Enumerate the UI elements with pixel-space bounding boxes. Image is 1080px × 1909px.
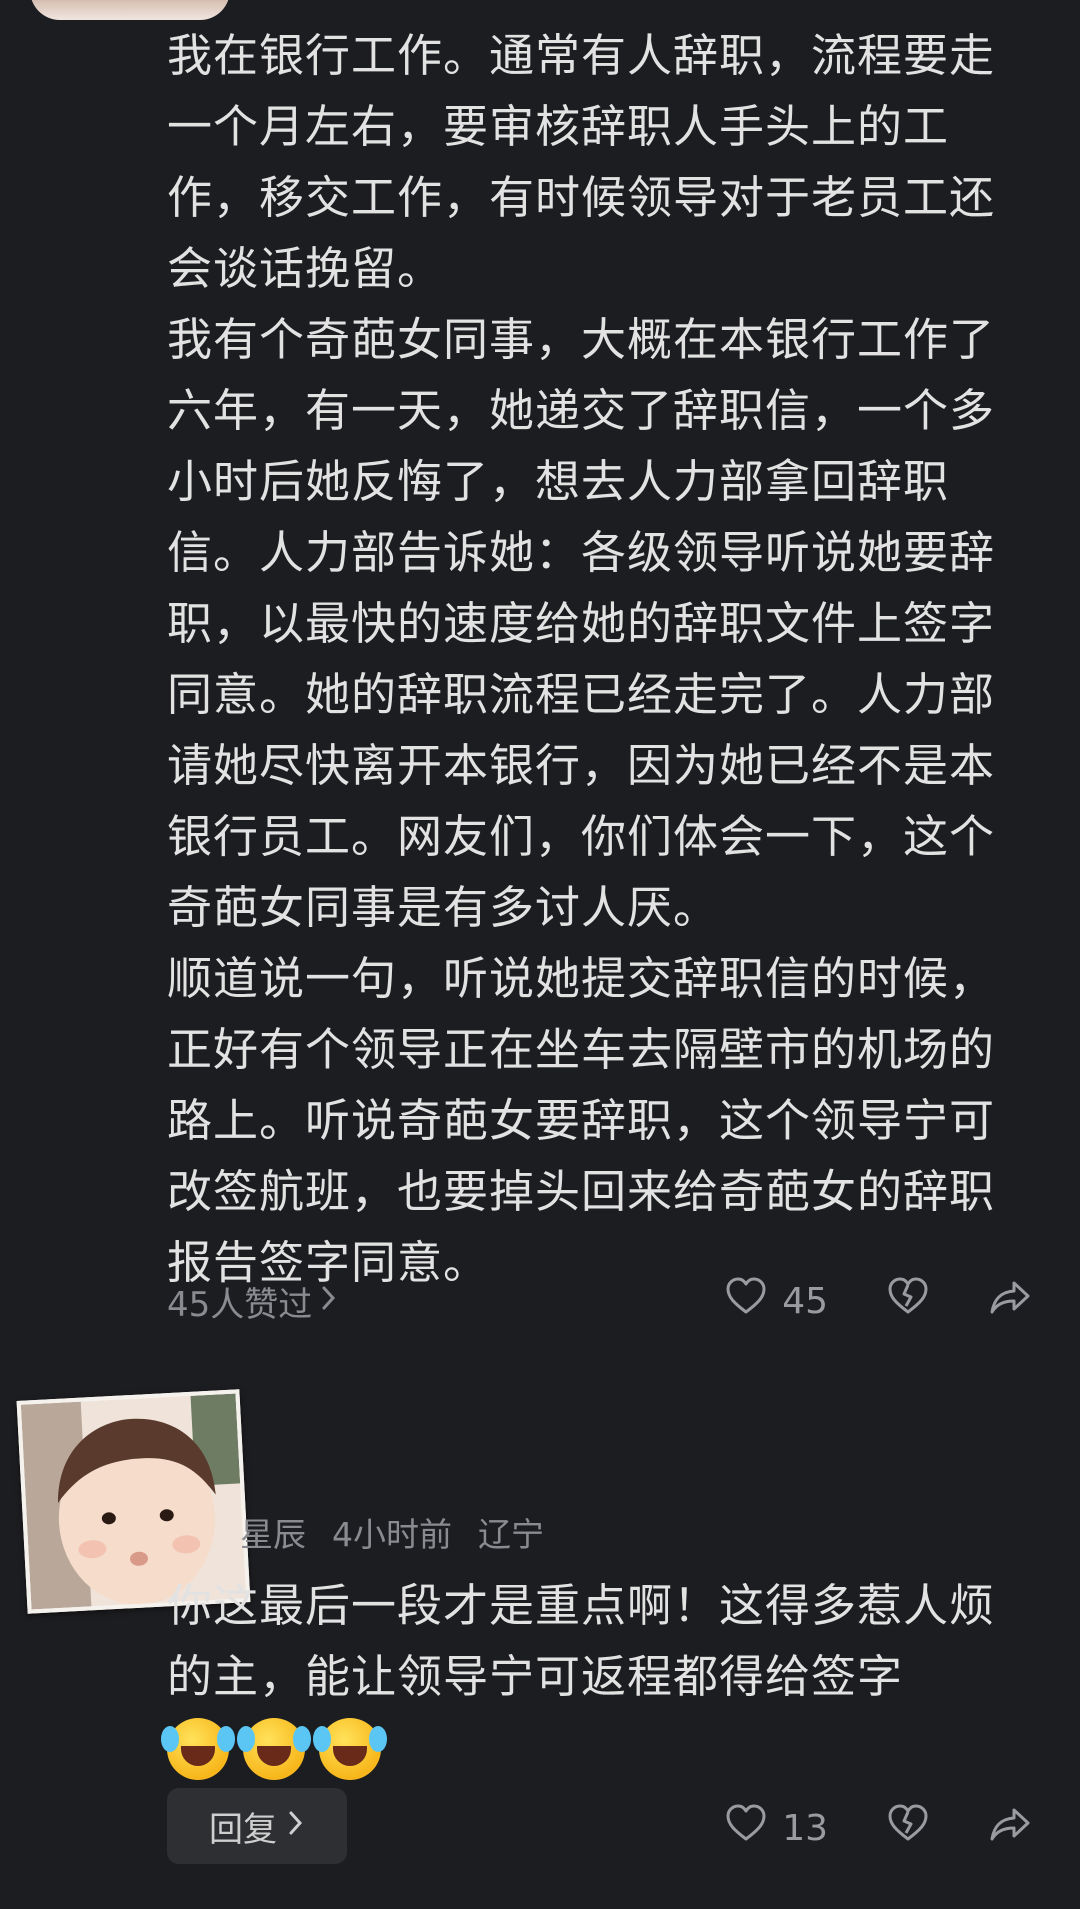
like-button[interactable]: 13 [724, 1802, 828, 1855]
share-icon [988, 1275, 1032, 1328]
reply-actions: 13 [640, 1793, 1032, 1863]
laugh-cry-icon [237, 1718, 305, 1780]
comment-paragraph: 我有个奇葩女同事，大概在本银行工作了六年，有一天，她递交了辞职信，一个多小时后她… [167, 313, 996, 934]
comment-paragraph: 我在银行工作。通常有人辞职，流程要走一个月左右，要审核辞职人手头上的工作，移交工… [167, 29, 996, 295]
share-icon [988, 1802, 1032, 1855]
laugh-cry-icon [313, 1718, 381, 1780]
like-count: 13 [782, 1807, 828, 1849]
like-count: 45 [782, 1280, 828, 1322]
comment-actions: 45人赞过 45 [167, 1266, 1032, 1336]
like-button[interactable]: 45 [724, 1275, 828, 1328]
reply-meta: 星辰 4小时前 辽宁 [240, 1508, 544, 1556]
heart-icon [724, 1275, 768, 1328]
location: 辽宁 [478, 1515, 544, 1554]
dislike-button[interactable] [886, 1802, 930, 1855]
reply-text: 你这最后一段才是重点啊！这得多惹人烦的主，能让领导宁可返程都得给签字 [167, 1579, 996, 1703]
likes-link-label: 45人赞过 [167, 1284, 313, 1325]
broken-heart-icon [886, 1275, 930, 1328]
heart-icon [724, 1802, 768, 1855]
timestamp: 4小时前 [332, 1515, 452, 1554]
share-button[interactable] [988, 1802, 1032, 1855]
reply-button[interactable]: 回复 [167, 1788, 347, 1864]
chevron-right-icon [287, 1806, 305, 1846]
share-button[interactable] [988, 1275, 1032, 1328]
laugh-cry-icon [161, 1718, 229, 1780]
emoji-row [161, 1718, 1007, 1780]
broken-heart-icon [886, 1802, 930, 1855]
avatar[interactable] [30, 0, 230, 20]
chevron-right-icon [320, 1281, 338, 1321]
likes-link[interactable]: 45人赞过 [167, 1277, 338, 1326]
comment-text: 我在银行工作。通常有人辞职，流程要走一个月左右，要审核辞职人手头上的工作，移交工… [167, 20, 1007, 1298]
dislike-button[interactable] [886, 1275, 930, 1328]
reply-button-label: 回复 [209, 1809, 277, 1850]
username[interactable]: 星辰 [240, 1508, 306, 1556]
reply-text-block: 你这最后一段才是重点啊！这得多惹人烦的主，能让领导宁可返程都得给签字 [161, 1570, 1007, 1780]
comment-paragraph: 顺道说一句，听说她提交辞职信的时候，正好有个领导正在坐车去隔壁市的机场的路上。听… [167, 952, 996, 1289]
